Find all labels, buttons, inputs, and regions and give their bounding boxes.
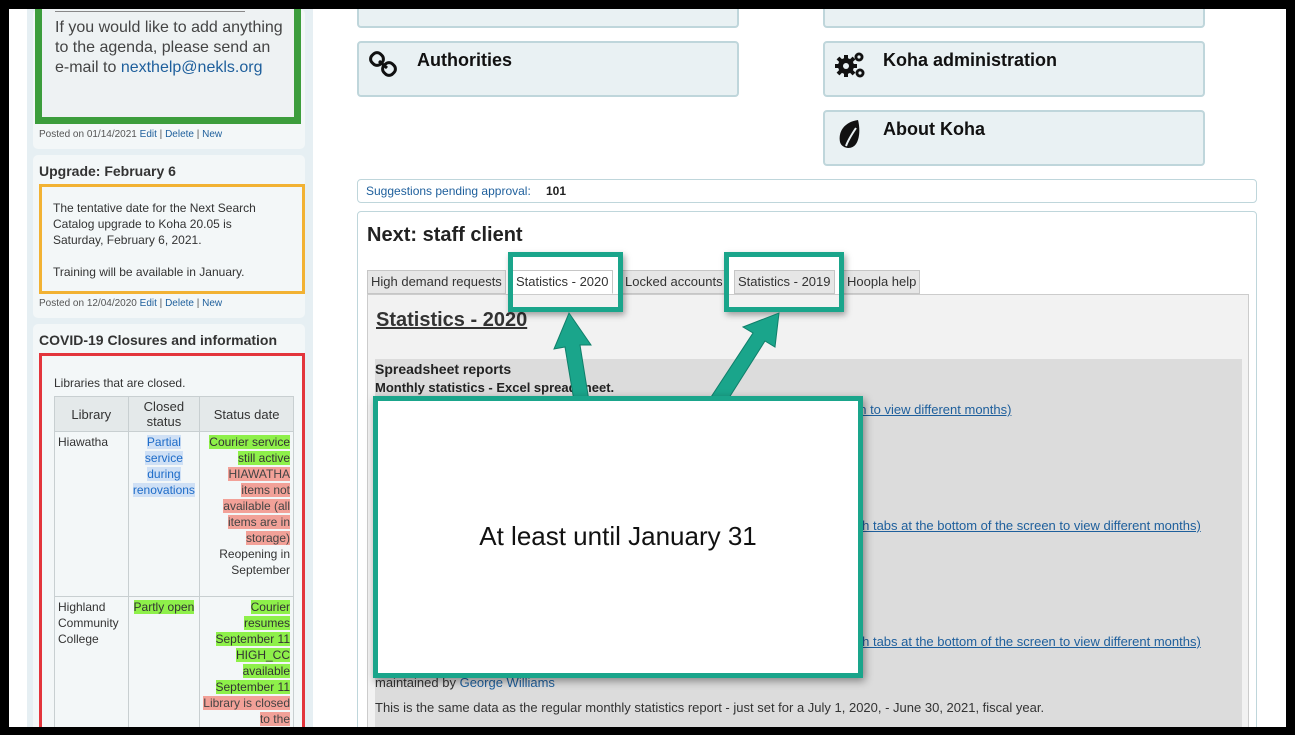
callout-box: At least until January 31 [373,396,863,678]
callout-text: At least until January 31 [479,521,757,551]
arrow-to-2020-tab [553,311,592,402]
arrow-to-2019-tab [710,312,780,402]
browser-viewport: If you would like to add anything to the… [9,9,1286,727]
